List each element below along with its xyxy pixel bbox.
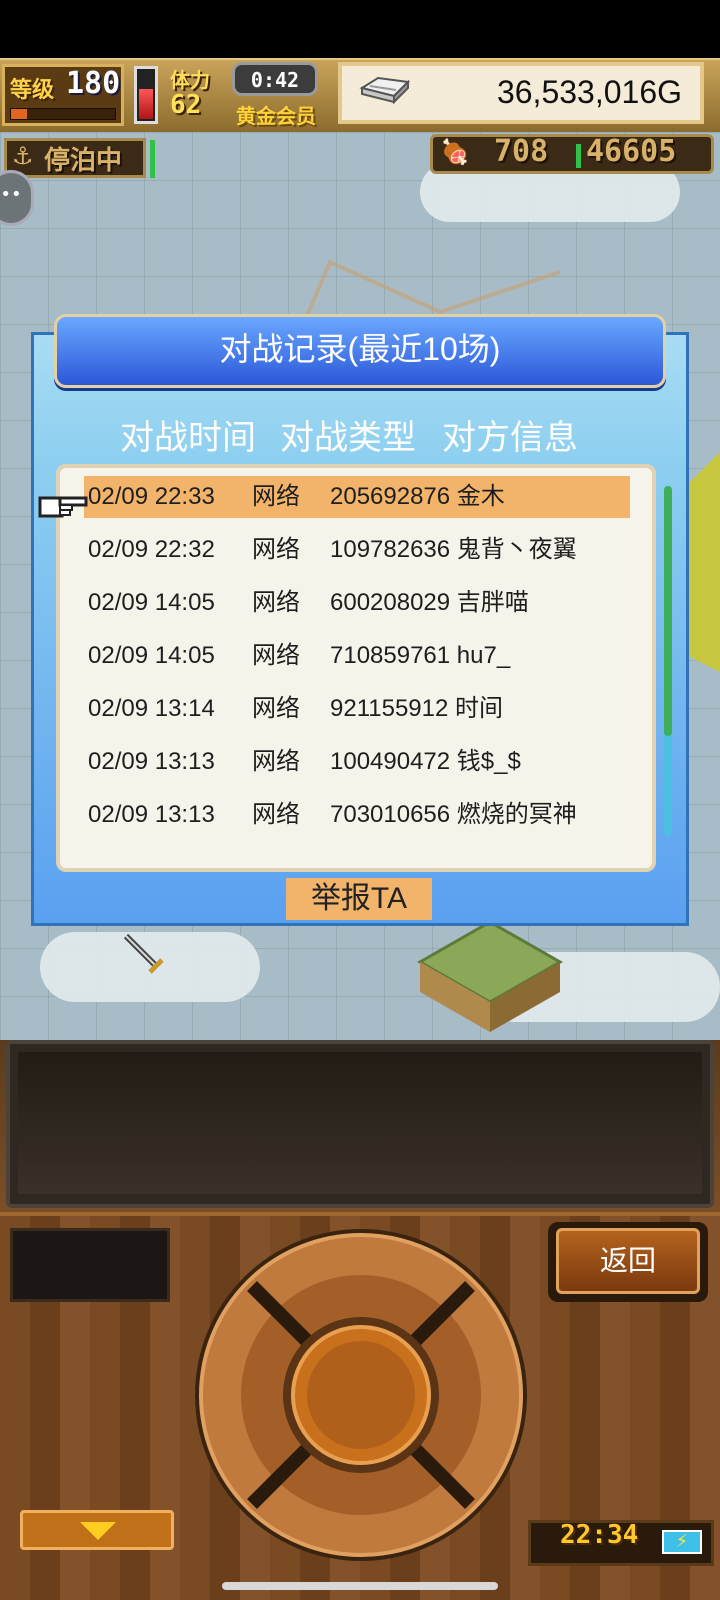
row-type: 网络 [252, 642, 300, 669]
anchor-icon: ⚓ [12, 142, 34, 170]
row-type: 网络 [252, 536, 300, 563]
level-progress-bar [10, 108, 116, 120]
row-type: 网络 [252, 801, 300, 828]
food-icon: 🍖 [440, 138, 470, 166]
row-time: 02/09 22:32 [88, 536, 215, 563]
row-time: 02/09 13:13 [88, 748, 215, 775]
row-time: 02/09 13:14 [88, 695, 215, 722]
row-opponent: 100490472 钱$_$ [330, 748, 521, 775]
directional-pad[interactable] [192, 1226, 530, 1564]
stamina-gauge-fill [139, 89, 153, 119]
game-clock: 22:34 [560, 1520, 639, 1550]
stamina-value: 62 [170, 90, 202, 120]
row-time: 02/09 13:13 [88, 801, 215, 828]
row-opponent: 205692876 金木 [330, 483, 505, 510]
chevron-down-icon [80, 1522, 116, 1540]
resource-capacity: 46605 [586, 134, 677, 169]
report-button[interactable]: 举报TA [286, 878, 432, 920]
item-slot[interactable] [10, 1228, 170, 1302]
battle-row[interactable]: 02/09 22:32 网络 109782636 鬼背丶夜翼 [84, 529, 630, 571]
battle-row[interactable]: 02/09 22:33 网络 205692876 金木 [84, 476, 630, 518]
pointing-hand-icon [38, 496, 88, 518]
row-opponent: 710859761 hu7_ [330, 642, 511, 669]
battle-row[interactable]: 02/09 13:14 网络 921155912 时间 [84, 688, 630, 730]
back-button[interactable]: 返回 [556, 1228, 700, 1294]
row-type: 网络 [252, 589, 300, 616]
island-tile [416, 922, 564, 1032]
silver-ingot-icon [359, 76, 411, 105]
battle-row[interactable]: 02/09 13:13 网络 100490472 钱$_$ [84, 741, 630, 783]
sword-icon [123, 933, 164, 974]
gold-amount: 36,533,016G [496, 74, 682, 110]
dock-status-label: 停泊中 [44, 146, 123, 176]
home-indicator[interactable] [222, 1582, 498, 1590]
battle-row[interactable]: 02/09 14:05 网络 710859761 hu7_ [84, 635, 630, 677]
row-type: 网络 [252, 695, 300, 722]
row-time: 02/09 22:33 [88, 483, 215, 510]
gold-member-badge[interactable]: 黄金会员 [236, 100, 316, 129]
level-label: 等级 [10, 78, 55, 103]
battle-row[interactable]: 02/09 13:13 网络 703010656 燃烧的冥神 [84, 794, 630, 836]
level-value: 180 [66, 66, 121, 101]
row-opponent: 109782636 鬼背丶夜翼 [330, 536, 577, 563]
battery-charging-icon: ⚡ [662, 1530, 702, 1554]
message-area [18, 1052, 702, 1194]
row-time: 02/09 14:05 [88, 642, 215, 669]
top-safe-area [0, 0, 720, 58]
header-battle-type: 对战类型 [280, 419, 416, 457]
level-progress-fill [11, 109, 27, 119]
header-battle-time: 对战时间 [120, 419, 256, 457]
stamina-label: 体力 [170, 68, 210, 92]
row-type: 网络 [252, 483, 300, 510]
header-opponent-info: 对方信息 [442, 419, 578, 457]
list-scroll-thumb[interactable] [664, 486, 672, 736]
row-opponent: 703010656 燃烧的冥神 [330, 801, 577, 828]
dialog-title: 对战记录(最近10场) [219, 331, 501, 367]
food-amount: 708 [494, 134, 549, 169]
dock-status-bar [150, 140, 155, 178]
stamina-timer: 0:42 [232, 62, 318, 96]
resource-separator [576, 144, 581, 168]
battle-row[interactable]: 02/09 14:05 网络 600208029 吉胖喵 [84, 582, 630, 624]
row-time: 02/09 14:05 [88, 589, 215, 616]
row-opponent: 600208029 吉胖喵 [330, 589, 529, 616]
row-opponent: 921155912 时间 [330, 695, 504, 722]
stamina-gauge [134, 66, 158, 124]
row-type: 网络 [252, 748, 300, 775]
